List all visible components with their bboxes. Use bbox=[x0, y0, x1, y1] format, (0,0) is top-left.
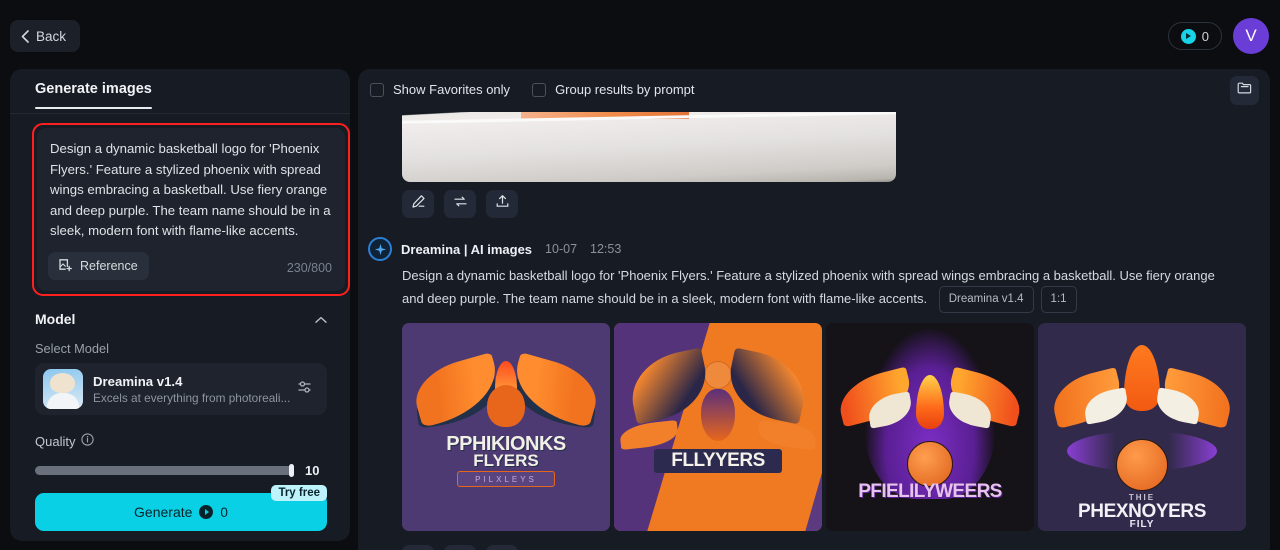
generated-image-4[interactable]: THIE PHEXNOYERS FILY bbox=[1038, 323, 1246, 531]
result-actions bbox=[402, 545, 518, 550]
model-selector[interactable]: Dreamina v1.4 Excels at everything from … bbox=[35, 363, 327, 415]
prompt-text: Design a dynamic basketball logo for 'Ph… bbox=[50, 141, 335, 238]
quality-label: Quality bbox=[35, 433, 76, 449]
result-header: Dreamina | AI images 10-07 12:53 bbox=[368, 237, 621, 261]
model-section-header[interactable]: Model bbox=[35, 311, 327, 327]
result-gallery: PPHIKIONKS FLYERS PILXLEYS FLLYYERS PFIE… bbox=[402, 323, 1246, 531]
generated-image-2[interactable]: FLLYYERS bbox=[614, 323, 822, 531]
image2-lower-wing-left bbox=[618, 420, 680, 450]
tab-generate-images-label: Generate images bbox=[35, 81, 152, 97]
quality-slider-row: 10 bbox=[35, 463, 327, 478]
image2-basketball bbox=[704, 361, 732, 389]
try-free-badge[interactable]: Try free bbox=[271, 485, 327, 501]
sidebar-tabs: Generate images bbox=[10, 69, 350, 114]
edit-button[interactable] bbox=[402, 190, 434, 218]
result-time: 12:53 bbox=[590, 242, 622, 256]
generate-cost: 0 bbox=[220, 504, 228, 520]
results-toolbar: Show Favorites only Group results by pro… bbox=[358, 69, 1270, 112]
result-date: 10-07 bbox=[545, 242, 578, 256]
generate-button[interactable]: Generate 0 Try free bbox=[35, 485, 327, 531]
chevron-left-icon bbox=[21, 29, 29, 43]
credits-badge[interactable]: 0 bbox=[1167, 22, 1222, 50]
group-results-label: Group results by prompt bbox=[555, 82, 695, 97]
show-favorites-checkbox[interactable]: Show Favorites only bbox=[370, 82, 510, 97]
quality-slider[interactable] bbox=[35, 464, 294, 477]
credit-coin-icon bbox=[1180, 28, 1196, 44]
edit-button-2[interactable] bbox=[402, 545, 434, 550]
share-button-2[interactable] bbox=[486, 545, 518, 550]
image2-title: FLLYYERS bbox=[654, 449, 782, 473]
previous-result-actions bbox=[402, 190, 518, 218]
results-scroll-area[interactable]: Dreamina | AI images 10-07 12:53 Design … bbox=[358, 112, 1270, 550]
show-favorites-label: Show Favorites only bbox=[393, 82, 511, 97]
app-root: Back 0 V Generate images Design a dynami… bbox=[0, 0, 1280, 550]
share-button[interactable] bbox=[486, 190, 518, 218]
result-source: Dreamina | AI images bbox=[401, 241, 533, 257]
image2-wing-right bbox=[722, 347, 812, 425]
back-button-label: Back bbox=[36, 28, 67, 44]
quality-label-row: Quality bbox=[35, 433, 95, 449]
reference-button-label: Reference bbox=[80, 259, 138, 273]
add-image-icon bbox=[59, 258, 73, 275]
char-counter: 230/800 bbox=[286, 261, 332, 275]
back-button[interactable]: Back bbox=[10, 20, 81, 52]
result-chips: Dreamina v1.4 1:1 bbox=[938, 286, 1077, 313]
regenerate-button[interactable] bbox=[444, 190, 476, 218]
image1-title-line2: FLYERS bbox=[473, 451, 539, 470]
filter-checkboxes: Show Favorites only Group results by pro… bbox=[370, 82, 695, 97]
result-prompt-text: Design a dynamic basketball logo for 'Ph… bbox=[402, 268, 1215, 306]
model-meta: Dreamina v1.4 Excels at everything from … bbox=[93, 374, 293, 405]
model-description: Excels at everything from photoreali... bbox=[93, 390, 291, 405]
prompt-input[interactable]: Design a dynamic basketball logo for 'Ph… bbox=[37, 128, 345, 291]
regenerate-button-2[interactable] bbox=[444, 545, 476, 550]
image4-title-line3: FILY bbox=[1129, 519, 1155, 530]
info-icon[interactable] bbox=[81, 433, 95, 449]
tab-generate-images[interactable]: Generate images bbox=[35, 81, 152, 109]
checkbox-box-group[interactable] bbox=[532, 82, 547, 97]
folder-button[interactable] bbox=[1230, 76, 1259, 105]
prompt-highlight-box: Design a dynamic basketball logo for 'Ph… bbox=[32, 123, 350, 296]
sidebar-panel: Generate images Design a dynamic basketb… bbox=[10, 69, 350, 541]
sparkle-icon bbox=[368, 237, 392, 261]
generate-coin-icon bbox=[199, 505, 214, 519]
avatar[interactable]: V bbox=[1233, 18, 1269, 54]
top-bar: Back 0 V bbox=[0, 0, 1280, 70]
chip-model[interactable]: Dreamina v1.4 bbox=[938, 286, 1034, 313]
image2-phoenix-body bbox=[701, 389, 735, 441]
credits-value: 0 bbox=[1201, 28, 1209, 44]
model-settings-button[interactable] bbox=[293, 379, 319, 400]
select-model-label: Select Model bbox=[35, 341, 109, 356]
generate-button-label: Generate bbox=[134, 504, 193, 520]
image4-basketball bbox=[1116, 439, 1168, 491]
upload-icon bbox=[495, 194, 510, 214]
previous-result-image[interactable] bbox=[402, 112, 896, 182]
avatar-initial: V bbox=[1245, 26, 1257, 45]
model-name: Dreamina v1.4 bbox=[93, 373, 183, 389]
model-section-title: Model bbox=[35, 311, 76, 327]
reference-button[interactable]: Reference bbox=[48, 252, 149, 280]
group-results-checkbox[interactable]: Group results by prompt bbox=[532, 82, 695, 97]
image1-phoenix-body bbox=[487, 385, 525, 427]
chip-aspect-ratio[interactable]: 1:1 bbox=[1040, 286, 1077, 313]
generated-image-1[interactable]: PPHIKIONKS FLYERS PILXLEYS bbox=[402, 323, 610, 531]
image1-banner: PILXLEYS bbox=[457, 471, 555, 487]
pencil-icon bbox=[411, 194, 426, 214]
quality-slider-thumb[interactable] bbox=[289, 464, 294, 477]
folder-icon bbox=[1237, 81, 1252, 100]
image2-lower-wing-right bbox=[756, 420, 818, 450]
loop-arrows-icon bbox=[453, 194, 468, 214]
chevron-up-icon[interactable] bbox=[315, 311, 327, 327]
model-thumbnail bbox=[43, 369, 83, 409]
results-panel: Show Favorites only Group results by pro… bbox=[358, 69, 1270, 550]
generated-image-3[interactable]: PFIELILYWEERS bbox=[826, 323, 1034, 531]
image3-title: PFIELILYWEERS bbox=[858, 481, 1002, 502]
result-prompt-row: Design a dynamic basketball logo for 'Ph… bbox=[402, 265, 1222, 313]
checkbox-box-favorites[interactable] bbox=[370, 82, 384, 97]
image4-flame bbox=[1124, 345, 1160, 411]
quality-value: 10 bbox=[305, 463, 320, 478]
sliders-icon bbox=[298, 379, 314, 400]
